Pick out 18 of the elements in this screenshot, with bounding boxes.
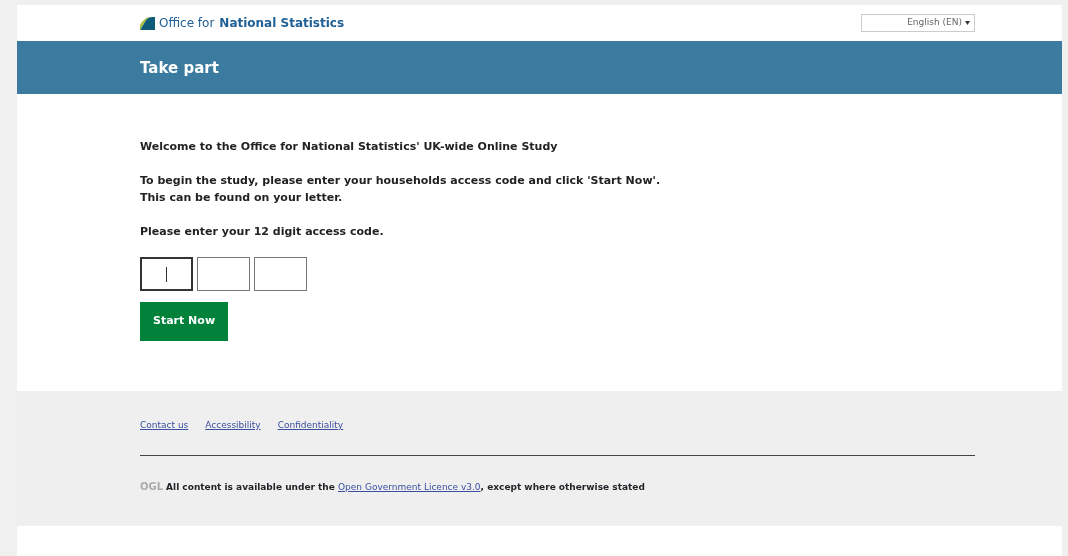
instruction-text: To begin the study, please enter your households access code and click 'Start Now'. This can be found on your letter.	[140, 173, 662, 206]
page-title: Take part	[140, 58, 220, 77]
dropdown-caret-icon	[965, 20, 970, 25]
licence-link[interactable]: Open Government Licence v3.0	[338, 481, 481, 492]
footer-link[interactable]: Confidentiality	[277, 420, 344, 430]
access-code-field[interactable]	[140, 257, 193, 291]
start-now-button[interactable]: Start Now	[140, 302, 229, 341]
logo-icon	[140, 16, 155, 30]
site-logo-text[interactable]: Office for National Statistics	[159, 14, 345, 32]
footer-link[interactable]: Contact us	[140, 420, 189, 430]
language-select[interactable]: English (EN)	[861, 14, 975, 32]
access-code-field[interactable]	[254, 257, 307, 291]
footer-link[interactable]: Accessibility	[205, 420, 261, 430]
instruction-text: Please enter your 12 digit access code.	[140, 224, 385, 240]
licence-statement: All content is available under the Open Government Licence v3.0, except where otherwise stated	[166, 481, 645, 492]
instruction-text: Welcome to the Office for National Statistics' UK-wide Online Study	[140, 139, 559, 155]
ogl-logo: OGL	[140, 480, 164, 492]
access-code-field[interactable]	[197, 257, 250, 291]
